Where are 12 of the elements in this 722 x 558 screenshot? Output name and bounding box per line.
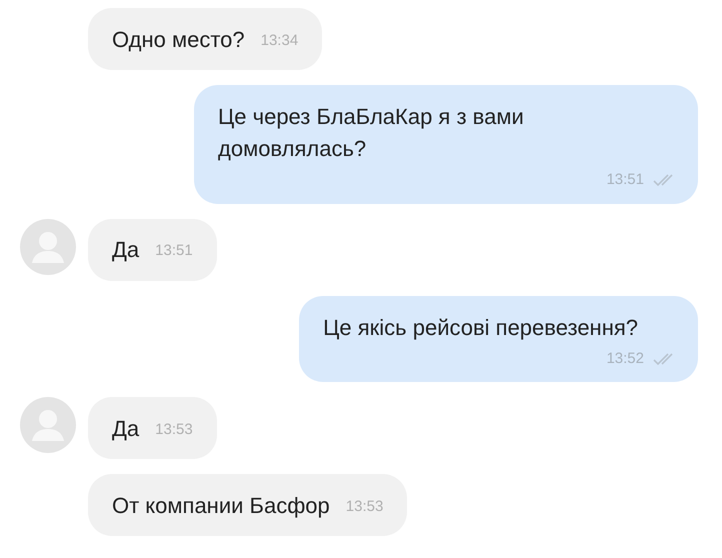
message-time: 13:53 (346, 496, 384, 517)
message-time: 13:51 (155, 241, 193, 262)
message-time: 13:53 (155, 420, 193, 440)
message-time: 13:51 (606, 170, 644, 190)
message-text: Це через БлаБлаКар я з вами домовлялась? (218, 103, 525, 163)
message-text: От компании Басфор (112, 492, 330, 520)
message-text: Да (112, 236, 140, 264)
message-time: 13:34 (260, 30, 298, 51)
message-time: 13:52 (606, 348, 644, 368)
message-text: Да (112, 414, 140, 442)
message-text: Одно место? (112, 26, 245, 54)
message-text: Це якісь рейсові перевезення? (323, 314, 638, 342)
